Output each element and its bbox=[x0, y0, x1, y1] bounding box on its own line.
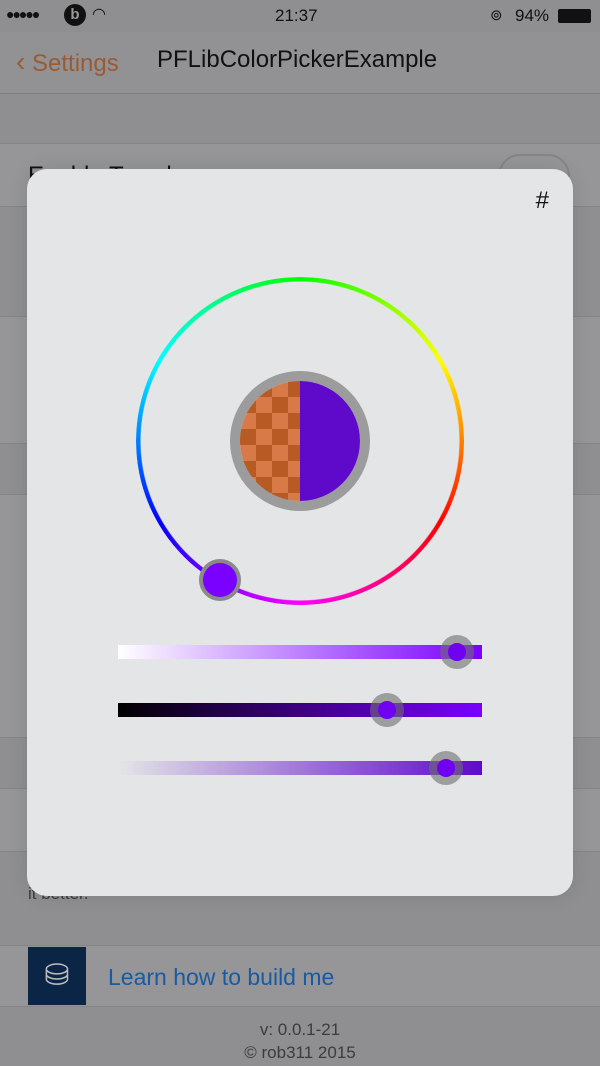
beats-icon: b bbox=[64, 4, 86, 26]
bitbucket-icon: ⛁ bbox=[28, 947, 86, 1005]
current-color-swatch bbox=[300, 381, 360, 501]
saturation-slider[interactable] bbox=[118, 635, 482, 669]
hue-thumb[interactable] bbox=[199, 558, 241, 601]
copyright-label: © rob311 2015 bbox=[244, 1043, 356, 1062]
saturation-thumb[interactable] bbox=[439, 635, 474, 669]
alpha-slider[interactable] bbox=[118, 751, 482, 785]
color-preview bbox=[230, 371, 370, 511]
battery-icon bbox=[558, 9, 591, 23]
version-label: v: 0.0.1-21 bbox=[259, 1020, 341, 1039]
back-label: Settings bbox=[32, 50, 119, 77]
clock: 21:37 bbox=[275, 6, 318, 25]
chevron-left-icon: ‹ bbox=[16, 46, 26, 77]
learn-link-row[interactable]: ⛁ Learn how to build me bbox=[0, 945, 600, 1007]
learn-link[interactable]: Learn how to build me bbox=[108, 964, 334, 991]
rotation-lock-icon: ⊚ bbox=[490, 7, 503, 24]
signal-dots-icon: ●●●●● bbox=[6, 6, 40, 22]
wifi-icon: ◠ bbox=[92, 6, 106, 23]
hex-input-button[interactable]: # bbox=[536, 187, 549, 215]
status-bar: ●●●●● b ◠ 21:37 ⊚ 94% bbox=[0, 0, 600, 32]
brightness-slider[interactable] bbox=[118, 693, 482, 727]
battery-percent: 94% bbox=[515, 6, 550, 25]
page-title: PFLibColorPickerExample bbox=[157, 46, 438, 73]
brightness-thumb[interactable] bbox=[370, 693, 405, 727]
alpha-thumb[interactable] bbox=[428, 751, 463, 785]
navigation-bar: ‹ Settings PFLibColorPickerExample bbox=[0, 32, 600, 94]
original-color-swatch bbox=[240, 381, 300, 501]
color-picker-popup: # bbox=[27, 169, 573, 896]
back-button[interactable]: ‹ Settings bbox=[16, 46, 119, 78]
